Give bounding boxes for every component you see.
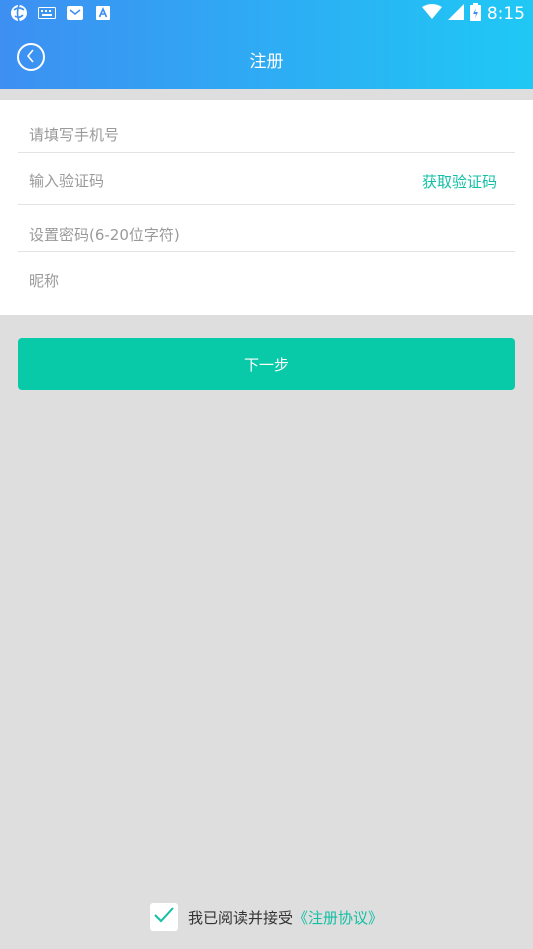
font-a-icon — [94, 4, 112, 22]
agreement-label: 我已阅读并接受 — [187, 908, 293, 927]
check-icon — [153, 906, 175, 928]
get-code-button[interactable]: 获取验证码 — [422, 171, 497, 192]
nickname-input[interactable] — [18, 257, 515, 305]
divider — [18, 204, 515, 205]
next-step-button[interactable]: 下一步 — [18, 338, 515, 390]
nickname-row — [18, 257, 515, 305]
agreement-text: 我已阅读并接受《注册协议》 — [188, 907, 383, 928]
code-row: 获取验证码 — [18, 157, 515, 205]
mail-icon — [66, 4, 84, 22]
status-bar: 8:15 — [0, 0, 533, 27]
vpn-globe-icon — [10, 4, 28, 22]
verification-code-input[interactable] — [18, 157, 422, 205]
battery-icon — [469, 3, 481, 25]
agree-checkbox[interactable] — [149, 903, 178, 931]
divider — [18, 251, 515, 252]
keyboard-icon — [38, 4, 56, 22]
status-time: 8:15 — [486, 4, 525, 24]
signal-icon — [447, 4, 464, 24]
app-header: 8:15 注册 — [0, 0, 533, 89]
agreement-row: 我已阅读并接受《注册协议》 — [0, 902, 533, 932]
agreement-link[interactable]: 《注册协议》 — [293, 909, 383, 927]
divider — [18, 152, 515, 153]
wifi-icon — [421, 4, 442, 24]
page-title: 注册 — [249, 52, 284, 72]
